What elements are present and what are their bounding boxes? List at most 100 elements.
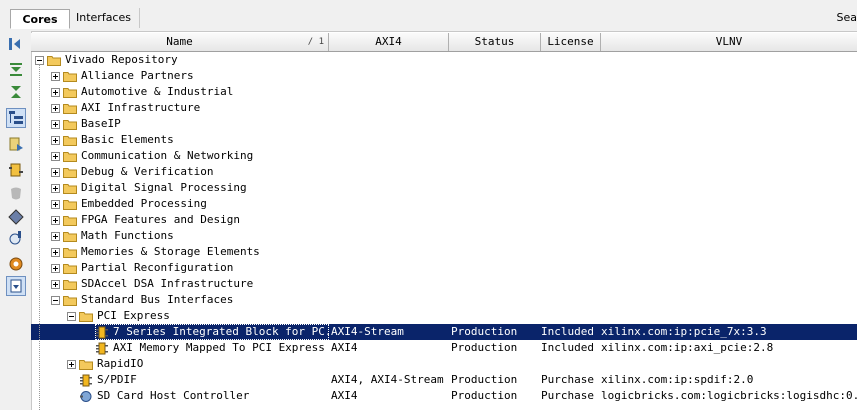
customize-icon[interactable] [6, 228, 26, 248]
tree-folder-row[interactable]: Digital Signal Processing [31, 180, 857, 196]
folder-icon [63, 231, 77, 242]
name-cell[interactable]: 7 Series Integrated Block for PC... [95, 324, 329, 340]
name-cell[interactable]: PCI Express [67, 308, 329, 324]
expand-selected-icon[interactable] [6, 82, 26, 102]
column-header-vlnv[interactable]: VLNV [601, 33, 857, 51]
vlnv-cell [601, 244, 857, 260]
tree-folder-row[interactable]: BaseIP [31, 116, 857, 132]
expand-icon[interactable] [51, 199, 60, 209]
folder-icon [63, 103, 77, 114]
expand-icon[interactable] [51, 183, 60, 193]
axi4-cell: AXI4 [331, 341, 358, 354]
name-cell[interactable]: Basic Elements [51, 132, 329, 148]
expand-icon[interactable] [51, 263, 60, 273]
name-cell[interactable]: Communication & Networking [51, 148, 329, 164]
license-cell [541, 292, 599, 308]
row-label: AXI Infrastructure [81, 101, 201, 114]
folder-icon [63, 279, 77, 290]
expand-icon[interactable] [51, 103, 60, 113]
expand-icon[interactable] [51, 215, 60, 225]
name-cell[interactable]: Digital Signal Processing [51, 180, 329, 196]
collapse-icon[interactable] [67, 311, 76, 321]
tree-folder-row[interactable]: FPGA Features and Design [31, 212, 857, 228]
tree-folder-row[interactable]: Alliance Partners [31, 68, 857, 84]
repository-icon[interactable] [6, 184, 26, 204]
name-cell[interactable]: FPGA Features and Design [51, 212, 329, 228]
status-cell: Production [451, 341, 518, 354]
row-label: BaseIP [81, 117, 121, 130]
name-cell[interactable]: BaseIP [51, 116, 329, 132]
column-header-license[interactable]: License [541, 33, 601, 51]
status-cell [451, 148, 539, 164]
name-cell[interactable]: S/PDIF [79, 372, 329, 388]
tree-folder-row[interactable]: Vivado Repository [31, 52, 857, 68]
tree-folder-row[interactable]: PCI Express [31, 308, 857, 324]
tree-ip-row[interactable]: SD Card Host Controller AXI4 Production Pur… [31, 388, 857, 404]
tree-folder-row[interactable]: RapidIO [31, 356, 857, 372]
tab-interfaces[interactable]: Interfaces [72, 8, 140, 28]
tree-folder-row[interactable]: Memories & Storage Elements [31, 244, 857, 260]
row-label: Basic Elements [81, 133, 174, 146]
tree-folder-row[interactable]: Embedded Processing [31, 196, 857, 212]
tree-folder-row[interactable]: Math Functions [31, 228, 857, 244]
expand-icon[interactable] [51, 167, 60, 177]
tree-ip-row[interactable]: AXI Memory Mapped To PCI Express AXI4 Prod… [31, 340, 857, 356]
tree-folder-row[interactable]: Basic Elements [31, 132, 857, 148]
tree-folder-row[interactable]: AXI Infrastructure [31, 100, 857, 116]
expand-icon[interactable] [51, 119, 60, 129]
collapse-all-icon[interactable] [6, 34, 26, 54]
name-cell[interactable]: Embedded Processing [51, 196, 329, 212]
column-header-axi4[interactable]: AXI4 [329, 33, 449, 51]
expand-all-icon[interactable] [6, 60, 26, 80]
axi4-cell [331, 244, 449, 260]
tree-folder-row[interactable]: Communication & Networking [31, 148, 857, 164]
tree-folder-row[interactable]: Standard Bus Interfaces [31, 292, 857, 308]
tree-folder-row[interactable]: Debug & Verification [31, 164, 857, 180]
license-icon[interactable] [6, 160, 26, 180]
tree-folder-row[interactable]: Partial Reconfiguration [31, 260, 857, 276]
name-cell[interactable]: Vivado Repository [35, 52, 329, 68]
view-icon[interactable] [6, 276, 26, 296]
status-cell [451, 116, 539, 132]
collapse-icon[interactable] [51, 295, 60, 305]
expand-icon[interactable] [51, 247, 60, 257]
expand-icon[interactable] [51, 71, 60, 81]
folder-icon [63, 199, 77, 210]
status-cell [451, 260, 539, 276]
tree-ip-row[interactable]: 7 Series Integrated Block for PC... AXI4-… [31, 324, 857, 340]
name-cell[interactable]: AXI Infrastructure [51, 100, 329, 116]
name-cell[interactable]: Memories & Storage Elements [51, 244, 329, 260]
expand-icon[interactable] [51, 279, 60, 289]
expand-icon[interactable] [51, 87, 60, 97]
name-cell[interactable]: Standard Bus Interfaces [51, 292, 329, 308]
expand-icon[interactable] [67, 359, 76, 369]
name-cell[interactable]: Alliance Partners [51, 68, 329, 84]
license-cell [541, 100, 599, 116]
column-header-status[interactable]: Status [449, 33, 541, 51]
folder-icon [63, 183, 77, 194]
name-cell[interactable]: SDAccel DSA Infrastructure [51, 276, 329, 292]
name-cell[interactable]: SD Card Host Controller [79, 388, 329, 404]
name-cell[interactable]: Automotive & Industrial [51, 84, 329, 100]
name-cell[interactable]: AXI Memory Mapped To PCI Express [95, 340, 329, 356]
tree-ip-row[interactable]: S/PDIF AXI4, AXI4-Stream Production Purchas… [31, 372, 857, 388]
group-by-icon[interactable] [6, 108, 26, 128]
name-cell[interactable]: RapidIO [67, 356, 329, 372]
name-cell[interactable]: Debug & Verification [51, 164, 329, 180]
tree-folder-row[interactable]: SDAccel DSA Infrastructure [31, 276, 857, 292]
interface-icon[interactable] [6, 207, 26, 227]
expand-icon[interactable] [51, 135, 60, 145]
tree-folder-row[interactable]: Automotive & Industrial [31, 84, 857, 100]
search-label[interactable]: Sea [837, 11, 857, 24]
expand-icon[interactable] [51, 231, 60, 241]
settings-icon[interactable] [6, 254, 26, 274]
tab-cores[interactable]: Cores [10, 9, 70, 29]
column-header-name[interactable]: Name / 1 [31, 33, 329, 51]
expand-icon[interactable] [51, 151, 60, 161]
name-cell[interactable]: Math Functions [51, 228, 329, 244]
filter-icon[interactable] [6, 134, 26, 154]
name-cell[interactable]: Partial Reconfiguration [51, 260, 329, 276]
folder-icon [63, 87, 77, 98]
status-cell [451, 292, 539, 308]
axi4-cell [331, 196, 449, 212]
